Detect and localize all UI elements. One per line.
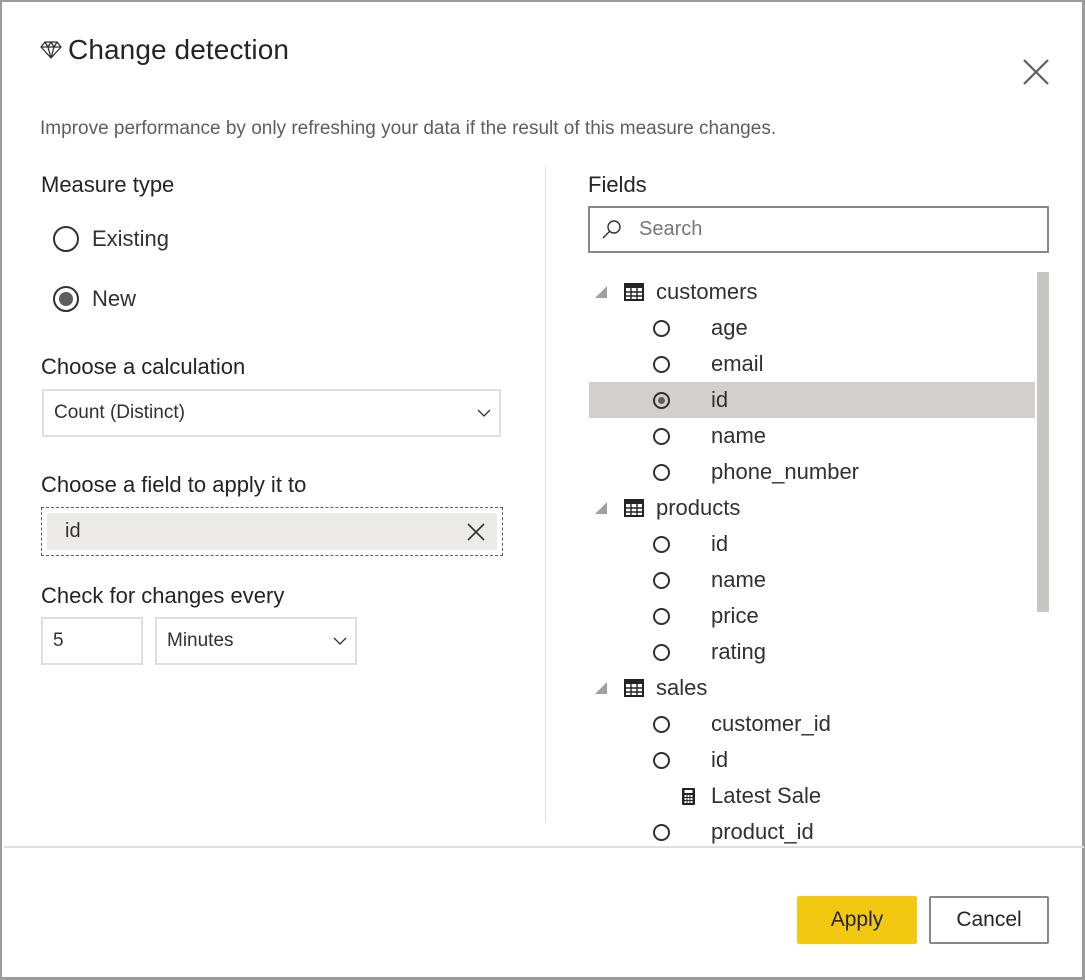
table-icon bbox=[624, 283, 644, 301]
field-radio[interactable] bbox=[653, 572, 670, 589]
apply-field-label: Choose a field to apply it to bbox=[41, 472, 307, 497]
radio-new-label: New bbox=[92, 286, 137, 311]
chevron-down-icon bbox=[333, 637, 347, 645]
field-name: price bbox=[711, 603, 759, 628]
interval-unit-value: Minutes bbox=[167, 630, 234, 651]
field-item[interactable]: customer_id bbox=[589, 706, 1035, 742]
fields-scrollbar[interactable] bbox=[1037, 272, 1049, 612]
chevron-down-icon bbox=[477, 409, 491, 417]
calculator-icon bbox=[682, 788, 695, 805]
interval-unit-dropdown[interactable]: Minutes bbox=[155, 617, 357, 665]
radio-new-circle[interactable] bbox=[53, 286, 79, 312]
radio-new[interactable]: New bbox=[53, 286, 136, 312]
field-item[interactable]: Latest Sale bbox=[589, 778, 1035, 814]
expand-triangle-icon[interactable] bbox=[595, 286, 607, 298]
field-radio[interactable] bbox=[653, 392, 670, 409]
field-name: id bbox=[711, 747, 729, 772]
table-icon bbox=[624, 679, 644, 697]
field-name: id bbox=[711, 387, 729, 412]
dialog-description: Improve performance by only refreshing y… bbox=[40, 118, 777, 139]
table-name: customers bbox=[656, 279, 758, 304]
calculation-label: Choose a calculation bbox=[41, 354, 246, 379]
field-name: name bbox=[711, 567, 767, 592]
calculation-dropdown[interactable]: Count (Distinct) bbox=[42, 389, 501, 437]
field-radio[interactable] bbox=[653, 644, 670, 661]
radio-existing-label: Existing bbox=[92, 226, 170, 251]
field-radio[interactable] bbox=[653, 752, 670, 769]
field-name: age bbox=[711, 315, 748, 340]
interval-value-input[interactable]: 5 bbox=[41, 617, 143, 665]
field-radio[interactable] bbox=[653, 716, 670, 733]
close-icon[interactable] bbox=[1020, 56, 1052, 88]
field-radio[interactable] bbox=[653, 428, 670, 445]
field-name: Latest Sale bbox=[711, 783, 822, 808]
field-item[interactable]: name bbox=[589, 562, 1035, 598]
field-item[interactable]: name bbox=[589, 418, 1035, 454]
change-detection-dialog: Change detection Improve performance by … bbox=[0, 0, 1085, 980]
table-icon bbox=[624, 499, 644, 517]
field-name: email bbox=[711, 351, 764, 376]
calculation-selected-value: Count (Distinct) bbox=[54, 402, 185, 423]
radio-existing[interactable]: Existing bbox=[53, 226, 169, 252]
dialog-header: Change detection bbox=[40, 34, 289, 66]
fields-search-input[interactable]: Search bbox=[588, 206, 1049, 253]
field-radio[interactable] bbox=[653, 464, 670, 481]
clear-field-icon[interactable] bbox=[467, 522, 485, 541]
dialog-title: Change detection bbox=[68, 34, 290, 65]
apply-button[interactable]: Apply bbox=[797, 896, 917, 944]
table-name: products bbox=[656, 495, 741, 520]
field-item[interactable]: phone_number bbox=[589, 454, 1035, 490]
diamond-icon bbox=[40, 41, 62, 59]
field-item[interactable]: product_id bbox=[589, 814, 1035, 850]
field-item[interactable]: price bbox=[589, 598, 1035, 634]
field-name: customer_id bbox=[711, 711, 831, 736]
table-node-customers[interactable]: customers bbox=[589, 274, 1035, 310]
field-item[interactable]: id bbox=[589, 382, 1035, 418]
expand-triangle-icon[interactable] bbox=[595, 682, 607, 694]
expand-triangle-icon[interactable] bbox=[595, 502, 607, 514]
table-node-sales[interactable]: sales bbox=[589, 670, 1035, 706]
check-interval-label: Check for changes every bbox=[41, 583, 285, 608]
table-name: sales bbox=[656, 675, 708, 700]
field-item[interactable]: id bbox=[589, 526, 1035, 562]
field-name: id bbox=[711, 531, 729, 556]
field-radio[interactable] bbox=[653, 536, 670, 553]
field-item[interactable]: email bbox=[589, 346, 1035, 382]
fields-label: Fields bbox=[588, 172, 647, 197]
radio-existing-circle[interactable] bbox=[53, 226, 79, 252]
measure-type-label: Measure type bbox=[41, 172, 175, 197]
field-radio[interactable] bbox=[653, 608, 670, 625]
field-item[interactable]: rating bbox=[589, 634, 1035, 670]
fields-tree: customers age email id name phone_numberprodu… bbox=[589, 274, 1035, 850]
field-name: rating bbox=[711, 639, 767, 664]
field-item[interactable]: id bbox=[589, 742, 1035, 778]
apply-field-well[interactable]: id bbox=[41, 507, 503, 556]
field-radio[interactable] bbox=[653, 320, 670, 337]
field-radio[interactable] bbox=[653, 356, 670, 373]
apply-field-chip[interactable]: id bbox=[47, 513, 497, 550]
field-name: phone_number bbox=[711, 459, 860, 484]
table-node-products[interactable]: products bbox=[589, 490, 1035, 526]
field-name: product_id bbox=[711, 819, 814, 844]
interval-value: 5 bbox=[53, 630, 64, 651]
cancel-button[interactable]: Cancel bbox=[929, 896, 1049, 944]
field-item[interactable]: age bbox=[589, 310, 1035, 346]
search-placeholder: Search bbox=[639, 218, 703, 240]
field-radio[interactable] bbox=[653, 824, 670, 841]
column-divider bbox=[545, 167, 546, 822]
field-name: name bbox=[711, 423, 767, 448]
apply-field-value: id bbox=[65, 520, 81, 542]
search-icon bbox=[602, 219, 621, 238]
footer-divider bbox=[4, 846, 1084, 848]
